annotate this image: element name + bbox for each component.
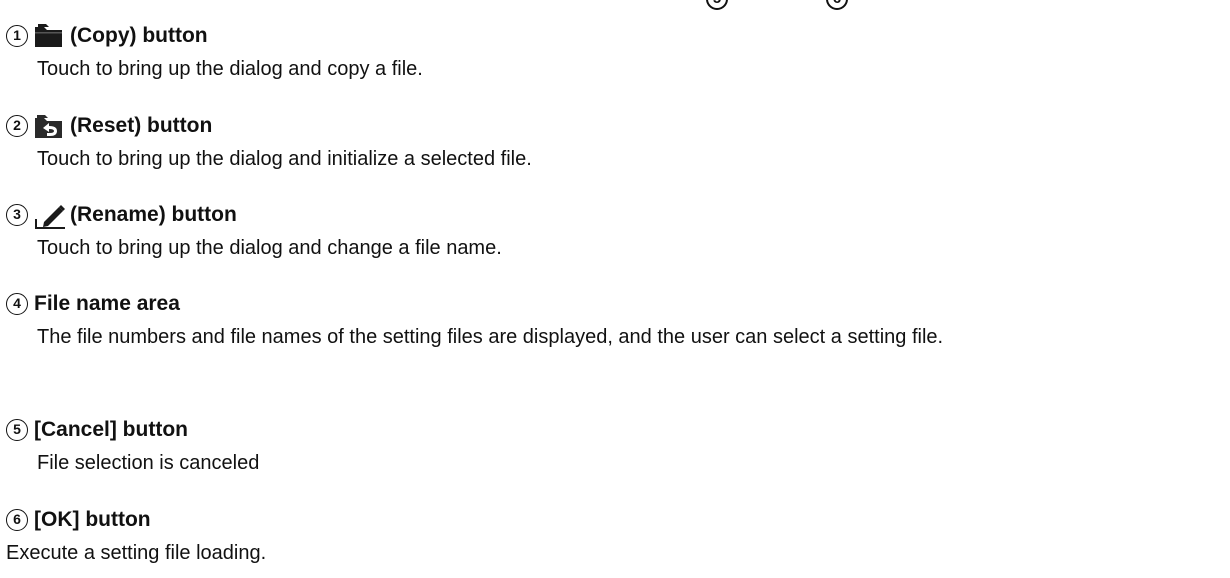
callout-number: 3 xyxy=(6,204,28,226)
item-reset-button: 2 (Reset) button Touch to bring up the d… xyxy=(0,111,1217,177)
item-title: 5 [Cancel] button xyxy=(0,415,1217,445)
item-ok-button: 6 [OK] button Execute a setting file loa… xyxy=(0,505,1186,571)
item-rename-button: 3 (Rename) button Touch to bring up the … xyxy=(0,200,1217,266)
item-copy-button: 1 (Copy) button Touch to bring up the di… xyxy=(0,21,1217,87)
item-title: 3 (Rename) button xyxy=(0,200,1217,230)
item-title-text: [OK] button xyxy=(34,508,151,531)
item-description: File selection is canceled xyxy=(37,452,260,474)
item-title: 1 (Copy) button xyxy=(0,21,1217,51)
item-title-text: (Copy) button xyxy=(70,24,208,47)
item-file-name-area: 4 File name area The file numbers and fi… xyxy=(0,289,1217,355)
item-title-text: (Rename) button xyxy=(70,203,237,226)
callout-number: 4 xyxy=(6,293,28,315)
item-cancel-button: 5 [Cancel] button File selection is canc… xyxy=(0,415,1217,481)
callout-number: 5 xyxy=(6,419,28,441)
item-title-text: File name area xyxy=(34,292,180,315)
item-description: Touch to bring up the dialog and copy a … xyxy=(37,58,423,80)
item-title: 2 (Reset) button xyxy=(0,111,1217,141)
item-title: 6 [OK] button xyxy=(0,505,1186,535)
reset-icon xyxy=(34,112,64,140)
item-title-text: (Reset) button xyxy=(70,114,213,137)
callout-number: 1 xyxy=(6,25,28,47)
callout-marker-5: 5 xyxy=(706,0,728,10)
folder-icon xyxy=(34,22,64,50)
item-title: 4 File name area xyxy=(0,289,1217,319)
callout-number: 6 xyxy=(6,509,28,531)
item-description: Touch to bring up the dialog and change … xyxy=(37,237,502,259)
pencil-icon xyxy=(34,201,65,229)
item-description: Touch to bring up the dialog and initial… xyxy=(37,148,532,170)
item-description: The file numbers and file names of the s… xyxy=(37,326,944,348)
item-description: Execute a setting file loading. xyxy=(6,542,267,564)
item-title-text: [Cancel] button xyxy=(34,418,188,441)
callout-marker-6: 6 xyxy=(826,0,848,10)
cropped-callout-markers: 5 6 xyxy=(0,0,1230,12)
callout-number: 2 xyxy=(6,115,28,137)
